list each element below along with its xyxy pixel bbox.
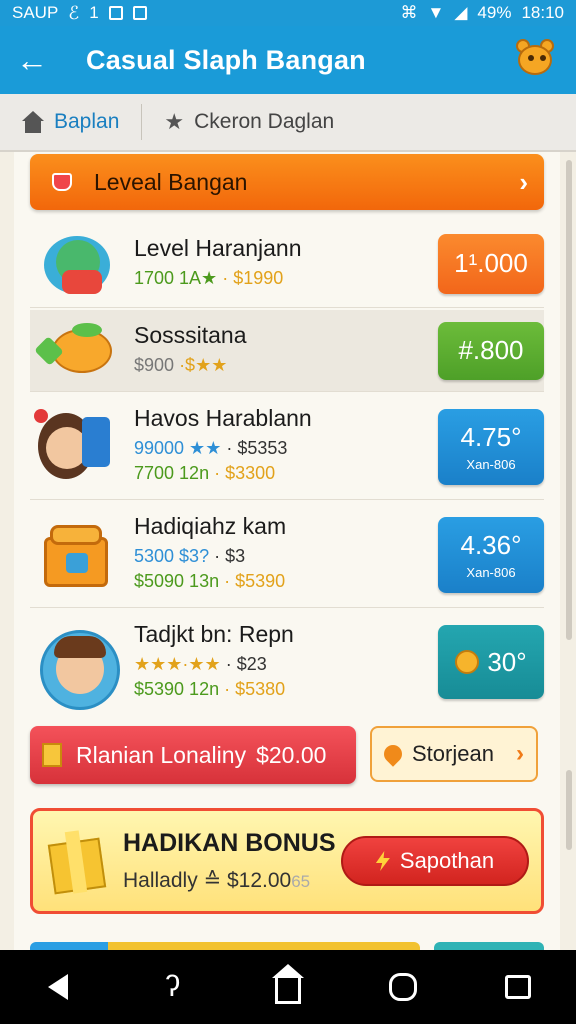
sun-icon bbox=[455, 650, 480, 674]
home-icon[interactable] bbox=[258, 957, 318, 1017]
item-price: · $1990 bbox=[222, 267, 284, 288]
button-value: 1¹.000 bbox=[454, 248, 528, 278]
carrier-text: SAUP bbox=[12, 3, 59, 22]
item-stat-secondary: $5090 13n bbox=[134, 571, 220, 591]
house-icon bbox=[22, 111, 44, 133]
notification-icon bbox=[108, 6, 123, 20]
list-item[interactable]: Tadjkt bn: Repn ★★★·★★ · $23 $5390 12n ·… bbox=[30, 610, 544, 714]
item-title: Level Haranjann bbox=[134, 234, 302, 261]
battery-text: 49% bbox=[477, 3, 512, 22]
back-icon[interactable] bbox=[28, 957, 88, 1017]
location-pin-icon bbox=[380, 741, 406, 767]
lightning-icon bbox=[375, 851, 390, 871]
puzzle-icon[interactable] bbox=[373, 957, 433, 1017]
wifi-icon: ▼ bbox=[427, 3, 445, 22]
app-bar: ← Casual Slaph Bangan bbox=[0, 26, 576, 94]
list-item[interactable]: Sosssitana $900 ·$★★ #.800 bbox=[30, 310, 544, 392]
item-price: ·$★★ bbox=[179, 354, 228, 375]
bonus-heading: HADIKAN BONUS bbox=[123, 829, 336, 857]
tab-bar: Baplan ★ Ckeron Daglan bbox=[0, 94, 576, 152]
fish-icon bbox=[30, 311, 126, 391]
bonus-card: HADIKAN BONUS Halladly ≙ $12.0065 Sapoth… bbox=[30, 808, 544, 914]
store-label: Storjean bbox=[412, 741, 494, 766]
button-value: #.800 bbox=[458, 335, 524, 365]
tab-ckeron-daglan[interactable]: ★ Ckeron Daglan bbox=[142, 94, 356, 150]
level-banner[interactable]: Leveal Bangan › bbox=[30, 154, 544, 210]
tab-label: Ckeron Daglan bbox=[194, 110, 335, 133]
status-bar: SAUP ℰ 1 ⌘ ▼ ◢ 49% 18:10 bbox=[0, 0, 576, 26]
search-icon[interactable]: ʔ bbox=[143, 957, 203, 1017]
gift-box-icon bbox=[46, 169, 78, 195]
purchase-button[interactable]: Rlanian Lonaliny $20.00 bbox=[30, 726, 356, 784]
button-value: 4.36° bbox=[460, 529, 522, 560]
item-price: · $3 bbox=[214, 546, 246, 566]
clock-text: 18:10 bbox=[521, 3, 564, 22]
dnd-icon: ⌘ bbox=[400, 3, 418, 22]
price-button[interactable]: 4.36° Xan-806 bbox=[438, 516, 544, 593]
gift-icon bbox=[45, 827, 109, 895]
app-icon bbox=[132, 6, 147, 20]
price-button[interactable]: 4.75° Xan-806 bbox=[438, 408, 544, 485]
tab-baplan[interactable]: Baplan bbox=[0, 94, 141, 150]
item-price-secondary: · $5390 bbox=[224, 571, 286, 591]
item-price-secondary: · $3300 bbox=[214, 463, 276, 483]
item-stat-secondary: $5390 12n bbox=[134, 678, 220, 699]
item-stat: 1700 1A★ bbox=[134, 267, 218, 288]
list-item[interactable]: Hadiqiahz kam 5300 $3? · $3 $5090 13n · … bbox=[30, 502, 544, 608]
item-price: · $23 bbox=[225, 653, 267, 674]
page-title: Casual Slaph Bangan bbox=[86, 44, 366, 75]
item-stat: ★★★·★★ bbox=[134, 653, 221, 674]
character-icon bbox=[30, 224, 126, 304]
tab-label: Baplan bbox=[54, 110, 120, 133]
mascot-icon[interactable] bbox=[510, 37, 560, 83]
price-button[interactable]: #.800 bbox=[438, 321, 544, 380]
boy-avatar-icon bbox=[30, 622, 126, 710]
bonus-subtext: Halladly ≙ $12.00 bbox=[123, 869, 292, 892]
bonus-claim-button[interactable]: Sapothan bbox=[341, 836, 529, 886]
recents-icon[interactable] bbox=[488, 957, 548, 1017]
item-stat: 99000 ★★ bbox=[134, 438, 222, 458]
item-stat: 5300 $3? bbox=[134, 546, 210, 566]
chevron-right-icon: › bbox=[519, 166, 528, 197]
signal-icon: ◢ bbox=[454, 3, 468, 22]
button-value: 4.75° bbox=[460, 421, 522, 452]
item-title: Hadiqiahz kam bbox=[134, 513, 287, 539]
button-subtext: Xan-806 bbox=[466, 456, 516, 472]
purchase-price: $20.00 bbox=[256, 741, 327, 768]
price-button[interactable]: 1¹.000 bbox=[438, 233, 544, 294]
item-price: · $5353 bbox=[226, 438, 288, 458]
button-value: 30° bbox=[487, 646, 527, 677]
bonus-subtext-tail: 65 bbox=[291, 872, 311, 891]
purchase-label: Rlanian Lonaliny bbox=[76, 741, 247, 768]
bonus-button-label: Sapothan bbox=[399, 848, 495, 873]
banner-label: Leveal Bangan bbox=[94, 168, 248, 195]
next-card-peek bbox=[434, 942, 544, 950]
item-stat-secondary: 7700 12n bbox=[134, 463, 210, 483]
scrollbar-lower[interactable] bbox=[566, 770, 572, 850]
price-button[interactable]: 30° bbox=[438, 625, 544, 699]
system-nav-bar: ʔ bbox=[0, 950, 576, 1024]
arrow-left-icon[interactable]: ← bbox=[16, 42, 56, 79]
store-button[interactable]: Storjean › bbox=[370, 726, 538, 782]
item-title: Sosssitana bbox=[134, 321, 247, 348]
ticket-icon bbox=[42, 743, 62, 767]
item-title: Havos Harablann bbox=[134, 405, 312, 431]
content-panel: Leveal Bangan › Level Haranjann 1700 1A★… bbox=[14, 152, 560, 950]
scrollbar[interactable] bbox=[566, 160, 572, 640]
link-icon: ℰ bbox=[68, 2, 80, 23]
list-item[interactable]: Level Haranjann 1700 1A★ · $1990 1¹.000 bbox=[30, 220, 544, 308]
chevron-right-icon: › bbox=[516, 740, 524, 767]
list-item[interactable]: Havos Harablann 99000 ★★ · $5353 7700 12… bbox=[30, 394, 544, 500]
item-title: Tadjkt bn: Repn bbox=[134, 620, 294, 647]
cta-row: Rlanian Lonaliny $20.00 Storjean › bbox=[30, 726, 544, 784]
treasure-chest-icon bbox=[30, 515, 126, 595]
status-number: 1 bbox=[89, 3, 99, 22]
button-subtext: Xan-806 bbox=[466, 564, 516, 580]
item-stat: $900 bbox=[134, 354, 175, 375]
girl-avatar-icon bbox=[30, 407, 126, 487]
star-icon: ★ bbox=[164, 109, 185, 134]
item-price-secondary: · $5380 bbox=[224, 678, 286, 699]
next-card-peek bbox=[30, 942, 420, 950]
